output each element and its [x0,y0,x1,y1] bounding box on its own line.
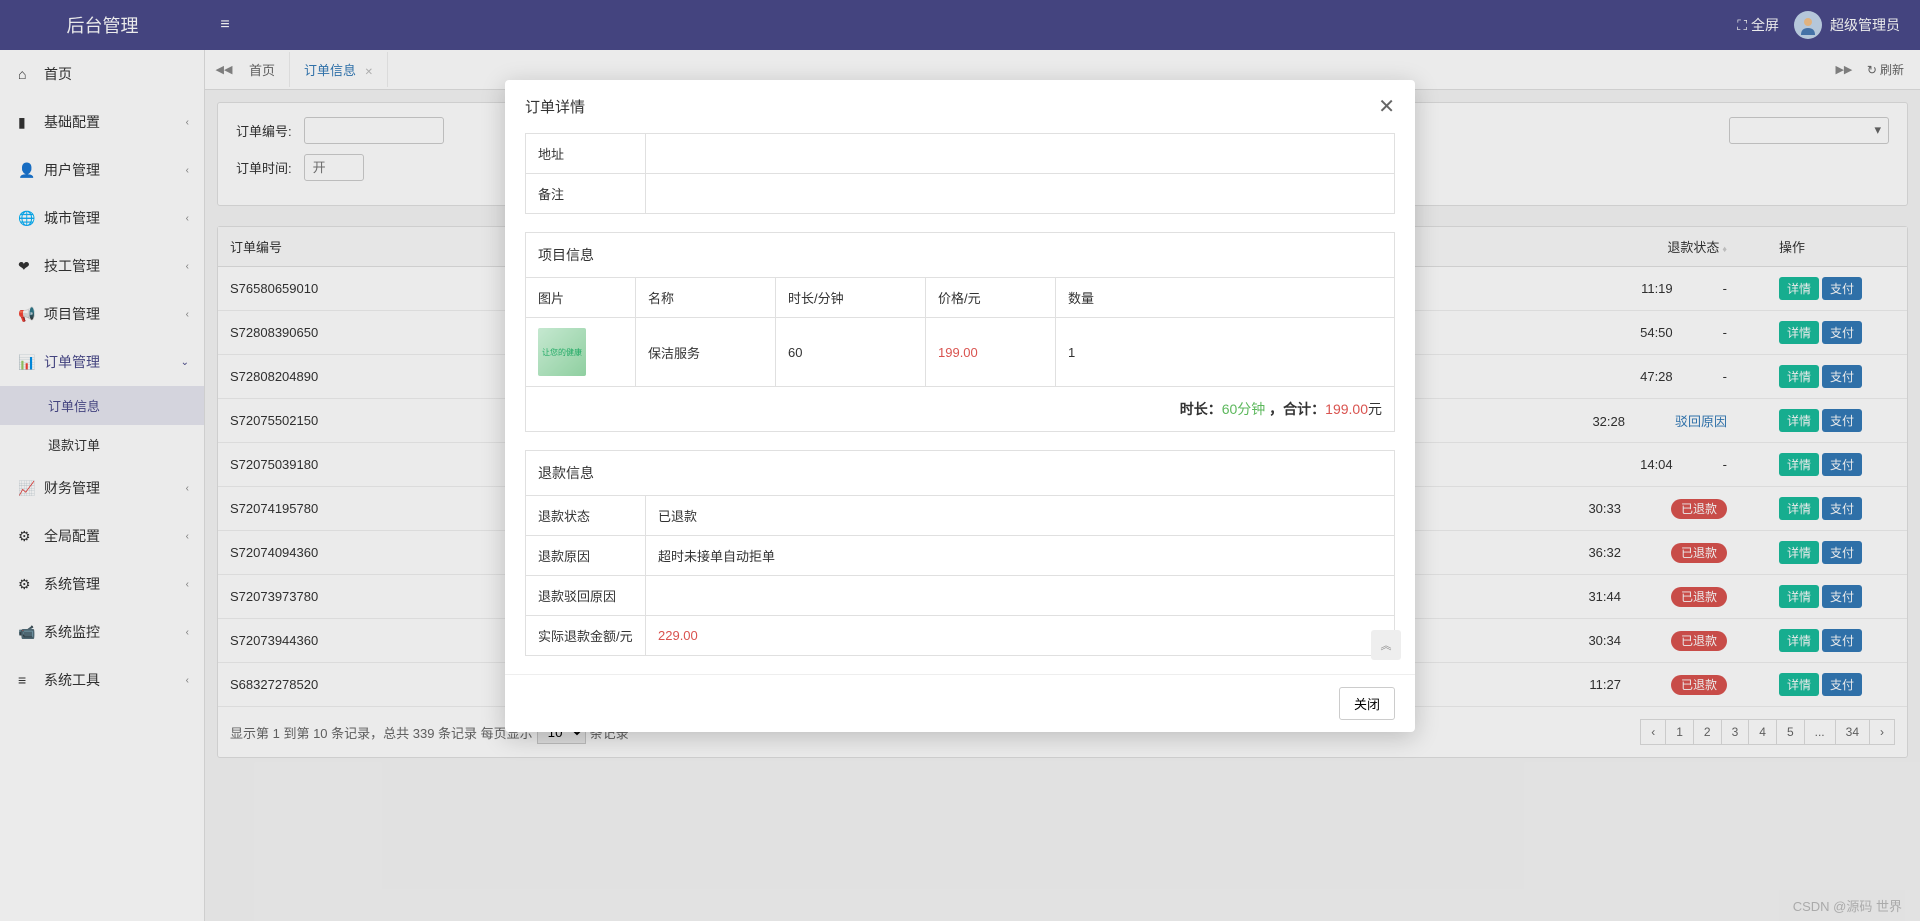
project-section-title: 项目信息 [525,232,1395,277]
modal-close-button[interactable]: ✕ [1378,94,1395,119]
project-row: 让您的健康 保洁服务 60 199.00 1 [526,318,1395,387]
project-summary: 时长：60分钟 ，合计：199.00元 [525,387,1395,432]
remark-label: 备注 [526,174,646,214]
modal-title: 订单详情 [525,96,585,117]
modal-close-footer-button[interactable]: 关闭 [1339,687,1395,720]
remark-value [646,174,1395,214]
scroll-top-button[interactable]: ︽ [1371,630,1401,660]
refund-reject-value [646,576,1395,616]
order-detail-modal: 订单详情 ✕ 地址 备注 项目信息 图片 名称 时长/分钟 价格/元 数量 让您… [505,80,1415,732]
refund-section-title: 退款信息 [525,450,1395,495]
address-value [646,134,1395,174]
refund-amount-value: 229.00 [646,616,1395,656]
product-image: 让您的健康 [538,328,586,376]
refund-status-value: 已退款 [646,496,1395,536]
refund-reason-value: 超时未接单自动拒单 [646,536,1395,576]
address-label: 地址 [526,134,646,174]
watermark: CSDN @源码 世界 [1793,896,1902,915]
